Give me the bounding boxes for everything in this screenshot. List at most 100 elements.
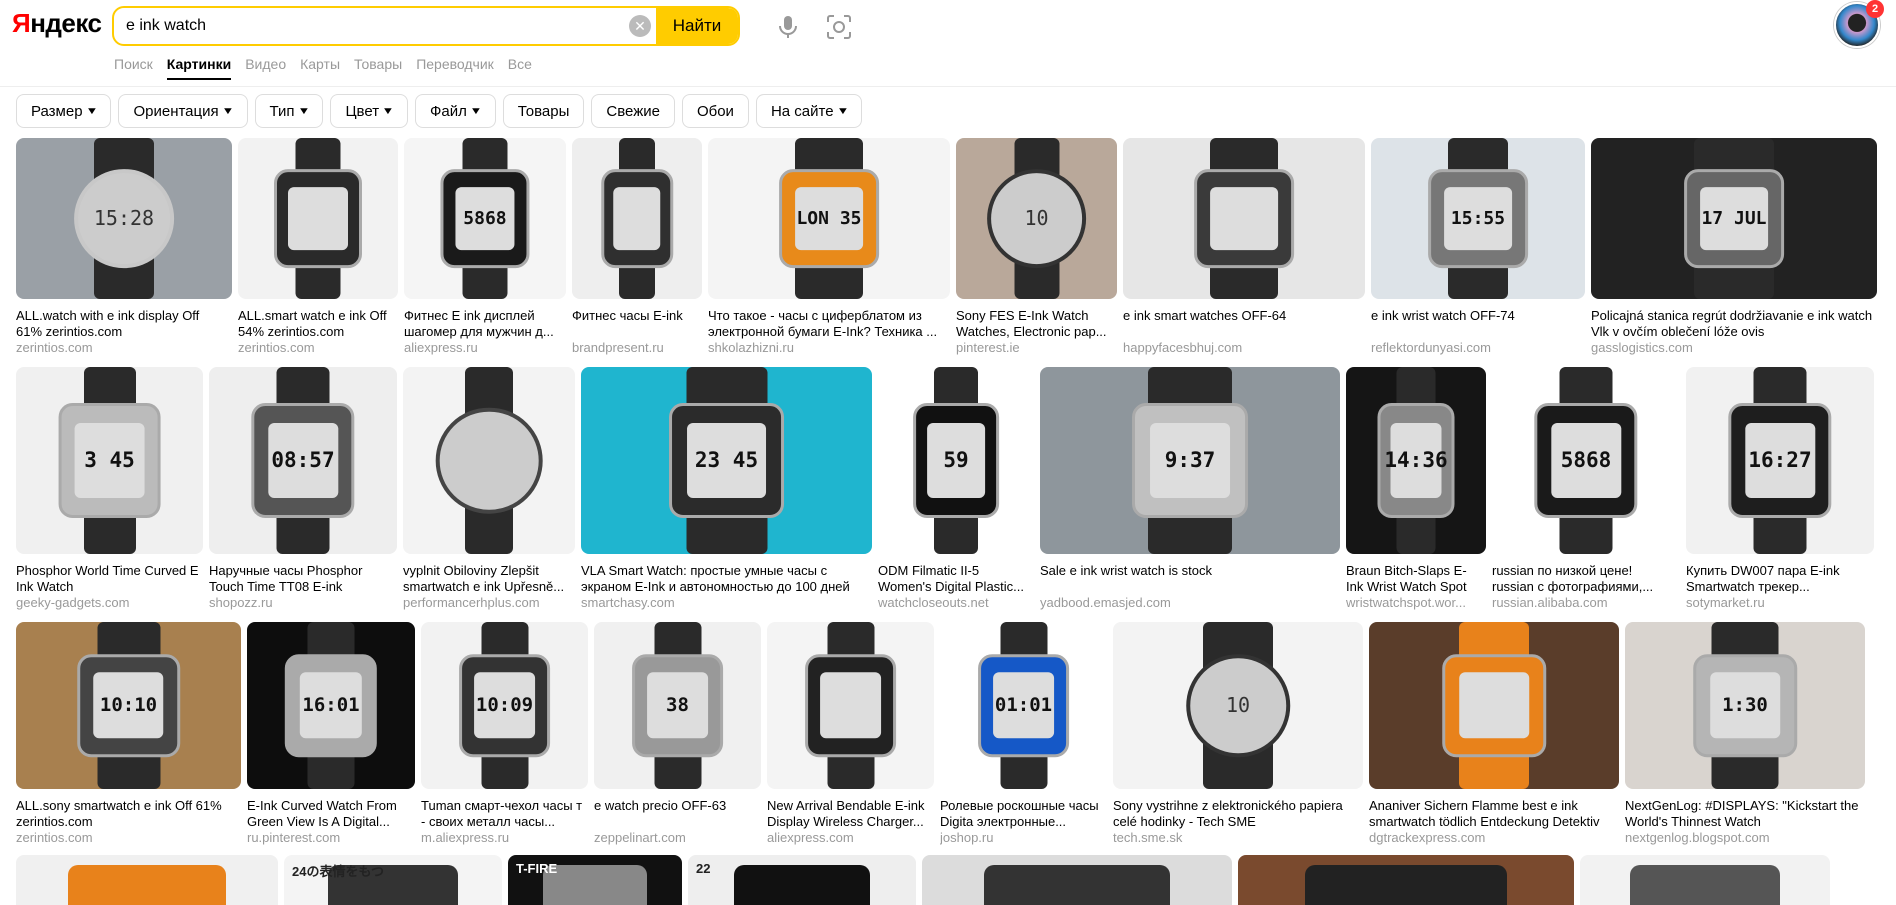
find-button[interactable]: Найти: [656, 8, 738, 44]
image-caption[interactable]: Policajná stanica regrút dodržiavanie e …: [1591, 308, 1877, 340]
image-caption[interactable]: Что такое - часы с циферблатом из электр…: [708, 308, 950, 340]
yandex-logo[interactable]: Яндекс: [12, 8, 102, 39]
image-thumbnail[interactable]: [572, 138, 702, 299]
image-thumbnail[interactable]: 17 JUL: [1591, 138, 1877, 299]
image-result[interactable]: 10 Sony vystrihne z elektronického papier…: [1113, 622, 1363, 846]
image-source-site[interactable]: shkolazhizni.ru: [708, 340, 950, 356]
image-thumbnail[interactable]: [1369, 622, 1619, 789]
image-caption[interactable]: russian по низкой цене! russian с фотогр…: [1492, 563, 1680, 595]
image-thumbnail[interactable]: 10:09: [421, 622, 588, 789]
image-caption[interactable]: Фитнес часы E-ink: [572, 308, 702, 340]
image-result[interactable]: 59 ODM Filmatic II-5 Women's Digital Plas…: [878, 367, 1034, 611]
image-thumbnail[interactable]: 16:01: [247, 622, 415, 789]
image-caption[interactable]: ALL.smart watch e ink Off 54% zerintios.…: [238, 308, 398, 340]
image-caption[interactable]: Braun Bitch-Slaps E-Ink Wrist Watch Spot: [1346, 563, 1486, 595]
image-thumbnail[interactable]: 59: [878, 367, 1034, 554]
image-caption[interactable]: Sale e ink wrist watch is stock: [1040, 563, 1340, 595]
image-caption[interactable]: Tuman смарт-чехол часы т - своих металл …: [421, 798, 588, 830]
image-result[interactable]: 08:57 Наручные часы Phosphor Touch Time T…: [209, 367, 397, 611]
image-thumbnail[interactable]: 01:01: [940, 622, 1107, 789]
image-caption[interactable]: ODM Filmatic II-5 Women's Digital Plasti…: [878, 563, 1034, 595]
image-source-site[interactable]: performancerhplus.com: [403, 595, 575, 611]
image-result[interactable]: 1:30 NextGenLog: #DISPLAYS: "Kickstart th…: [1625, 622, 1865, 846]
image-caption[interactable]: E-Ink Curved Watch From Green View Is A …: [247, 798, 415, 830]
image-caption[interactable]: e ink smart watches OFF-64: [1123, 308, 1365, 340]
image-result[interactable]: ALL.smart watch e ink Off 54% zerintios.…: [238, 138, 398, 356]
image-caption[interactable]: e watch precio OFF-63: [594, 798, 761, 830]
image-source-site[interactable]: m.aliexpress.ru: [421, 830, 588, 846]
image-thumbnail[interactable]: 23 45: [581, 367, 872, 554]
image-result[interactable]: New Arrival Bendable E-ink Display Wirel…: [767, 622, 934, 846]
image-thumbnail[interactable]: 38: [594, 622, 761, 789]
image-thumbnail[interactable]: [767, 622, 934, 789]
image-source-site[interactable]: smartchasy.com: [581, 595, 872, 611]
image-result[interactable]: 15:28 ALL.watch with e ink display Off 61…: [16, 138, 232, 356]
filter-chip-6[interactable]: Свежие: [591, 94, 675, 128]
image-source-site[interactable]: nextgenlog.blogspot.com: [1625, 830, 1865, 846]
image-caption[interactable]: ALL.watch with e ink display Off 61% zer…: [16, 308, 232, 340]
image-result[interactable]: LON 35 Что такое - часы с циферблатом из …: [708, 138, 950, 356]
image-thumbnail[interactable]: 15:55: [1371, 138, 1585, 299]
image-caption[interactable]: Sony FES E-Ink Watch Watches, Electronic…: [956, 308, 1117, 340]
image-caption[interactable]: Phosphor World Time Curved E Ink Watch: [16, 563, 203, 595]
image-thumbnail[interactable]: [403, 367, 575, 554]
image-caption[interactable]: Купить DW007 пара E-ink Smartwatch треке…: [1686, 563, 1874, 595]
image-result[interactable]: Ananiver Sichern Flamme best e ink smart…: [1369, 622, 1619, 846]
microphone-icon[interactable]: [776, 14, 800, 40]
image-caption[interactable]: vyplnit Obiloviny Zlepšit smartwatch e i…: [403, 563, 575, 595]
image-source-site[interactable]: ru.pinterest.com: [247, 830, 415, 846]
image-thumbnail[interactable]: [238, 138, 398, 299]
nav-tab-2[interactable]: Видео: [245, 56, 286, 80]
image-result[interactable]: 17 JUL Policajná stanica regrút dodržiava…: [1591, 138, 1877, 356]
image-thumbnail[interactable]: 10: [956, 138, 1117, 299]
image-source-site[interactable]: zerintios.com: [16, 830, 241, 846]
image-thumbnail[interactable]: 1:30: [1625, 622, 1865, 789]
image-source-site[interactable]: reflektordunyasi.com: [1371, 340, 1585, 356]
image-caption[interactable]: ALL.sony smartwatch e ink Off 61% zerint…: [16, 798, 241, 830]
image-thumbnail[interactable]: [16, 855, 278, 905]
image-thumbnail[interactable]: 3 45: [16, 367, 203, 554]
image-source-site[interactable]: geeky-gadgets.com: [16, 595, 203, 611]
image-thumbnail[interactable]: 5868: [404, 138, 566, 299]
image-result[interactable]: 3 45 Phosphor World Time Curved E Ink Wat…: [16, 367, 203, 611]
image-source-site[interactable]: wristwatchspot.wor...: [1346, 595, 1486, 611]
image-source-site[interactable]: tech.sme.sk: [1113, 830, 1363, 846]
nav-tab-6[interactable]: Все: [508, 56, 532, 80]
image-result[interactable]: 5868 Фитнес E ink дисплей шагомер для муж…: [404, 138, 566, 356]
image-caption[interactable]: e ink wrist watch OFF-74: [1371, 308, 1585, 340]
image-source-site[interactable]: pinterest.ie: [956, 340, 1117, 356]
image-result[interactable]: 5868 russian по низкой цене! russian с фо…: [1492, 367, 1680, 611]
image-thumbnail[interactable]: LON 35: [708, 138, 950, 299]
image-source-site[interactable]: russian.alibaba.com: [1492, 595, 1680, 611]
image-thumbnail[interactable]: T-FIRE: [508, 855, 682, 905]
image-result[interactable]: 10:09 Tuman смарт-чехол часы т - своих ме…: [421, 622, 588, 846]
image-source-site[interactable]: shopozz.ru: [209, 595, 397, 611]
image-result[interactable]: vyplnit Obiloviny Zlepšit smartwatch e i…: [403, 367, 575, 611]
image-caption[interactable]: Фитнес E ink дисплей шагомер для мужчин …: [404, 308, 566, 340]
image-result[interactable]: 14:36 Braun Bitch-Slaps E-Ink Wrist Watch…: [1346, 367, 1486, 611]
image-source-site[interactable]: joshop.ru: [940, 830, 1107, 846]
image-result[interactable]: 10:10 ALL.sony smartwatch e ink Off 61% z…: [16, 622, 241, 846]
filter-chip-3[interactable]: Цвет ▼: [330, 94, 408, 128]
image-result[interactable]: 38 e watch precio OFF-63 zeppelinart.com: [594, 622, 761, 846]
image-thumbnail[interactable]: 24の表情をもつ: [284, 855, 502, 905]
image-caption[interactable]: Ananiver Sichern Flamme best e ink smart…: [1369, 798, 1619, 830]
image-result[interactable]: 10 Sony FES E-Ink Watch Watches, Electron…: [956, 138, 1117, 356]
image-result[interactable]: 9:37 Sale e ink wrist watch is stock yadbo…: [1040, 367, 1340, 611]
filter-chip-8[interactable]: На сайте ▼: [755, 94, 863, 128]
filter-chip-1[interactable]: Ориентация ▼: [118, 94, 248, 128]
image-source-site[interactable]: zerintios.com: [16, 340, 232, 356]
nav-tab-4[interactable]: Товары: [354, 56, 402, 80]
nav-tab-0[interactable]: Поиск: [114, 56, 153, 80]
image-thumbnail[interactable]: 22: [688, 855, 916, 905]
clear-search-button[interactable]: ✕: [624, 8, 656, 44]
filter-chip-5[interactable]: Товары: [502, 94, 585, 128]
image-thumbnail[interactable]: [922, 855, 1232, 905]
image-thumbnail[interactable]: 14:36: [1346, 367, 1486, 554]
image-source-site[interactable]: yadbood.emasjed.com: [1040, 595, 1340, 611]
filter-chip-2[interactable]: Тип ▼: [254, 94, 324, 128]
image-thumbnail[interactable]: 10:10: [16, 622, 241, 789]
image-search-icon[interactable]: [826, 14, 852, 40]
search-input[interactable]: [114, 8, 624, 44]
image-thumbnail[interactable]: 15:28: [16, 138, 232, 299]
